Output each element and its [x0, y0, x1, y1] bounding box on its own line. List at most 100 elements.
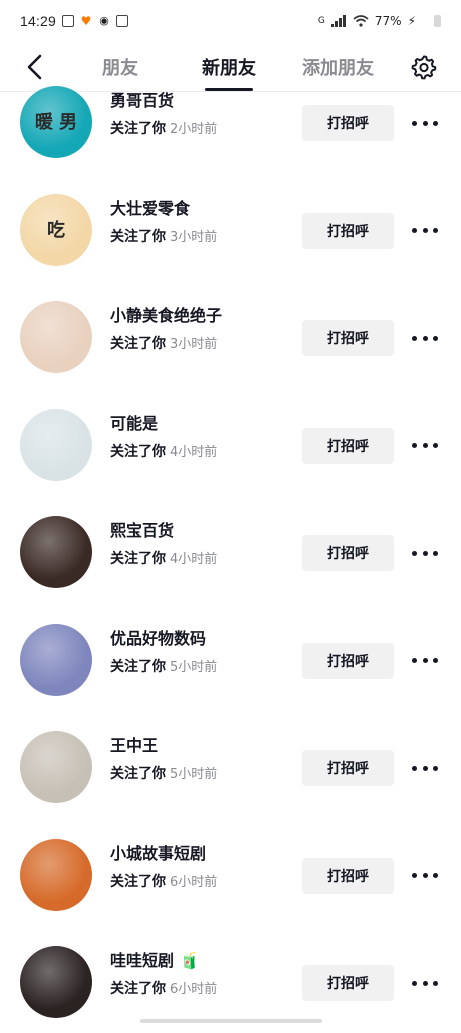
- follower-name[interactable]: 可能是: [110, 410, 158, 434]
- greet-button[interactable]: 打招呼: [302, 427, 394, 464]
- more-options-button[interactable]: [410, 866, 440, 886]
- more-dot-icon: [433, 335, 438, 341]
- more-options-button[interactable]: [410, 973, 440, 993]
- more-options-button[interactable]: [410, 113, 440, 133]
- status-left: 14:29 ♥ ◉: [20, 13, 129, 29]
- status-time: 14:29: [20, 13, 57, 29]
- follower-row[interactable]: 优品好物数码 关注了你 5小时前 打招呼: [0, 621, 461, 711]
- avatar[interactable]: [20, 623, 92, 696]
- more-dot-icon: [422, 120, 428, 126]
- charging-icon: ⚡: [407, 14, 416, 28]
- more-options-button[interactable]: [410, 436, 440, 456]
- follower-row[interactable]: 小静美食绝绝子关注了你 3小时前 打招呼: [0, 298, 461, 388]
- more-dot-icon: [422, 658, 428, 663]
- follow-status: 关注了你 2小时前: [110, 118, 217, 138]
- avatar[interactable]: [20, 731, 92, 803]
- follow-action-text: 关注了你: [110, 336, 166, 352]
- follow-status: 关注了你 4小时前: [110, 548, 217, 568]
- back-button[interactable]: [20, 52, 50, 82]
- more-dot-icon: [412, 443, 417, 448]
- taobao-notification-icon: [116, 15, 129, 27]
- avatar[interactable]: [20, 408, 92, 481]
- more-dot-icon: [433, 120, 438, 126]
- more-dot-icon: [412, 335, 417, 341]
- status-bar: 14:29 ♥ ◉ G 77% ⚡: [0, 0, 461, 42]
- chevron-left-icon: [27, 54, 42, 80]
- more-options-button[interactable]: [410, 328, 440, 348]
- greet-button[interactable]: 打招呼: [302, 642, 394, 679]
- follower-name[interactable]: 王中王: [110, 732, 158, 756]
- gear-icon: [411, 55, 437, 80]
- more-dot-icon: [433, 873, 438, 878]
- follower-name[interactable]: 小静美食绝绝子: [110, 302, 222, 326]
- follower-row[interactable]: 吃 大壮爱零食关注了你 3小时前 打招呼: [0, 191, 461, 281]
- battery-icon: [434, 15, 441, 27]
- avatar[interactable]: 暖 男: [20, 86, 92, 158]
- home-indicator: [140, 1019, 322, 1023]
- more-options-button[interactable]: [410, 758, 440, 778]
- more-dot-icon: [433, 765, 438, 771]
- avatar[interactable]: [20, 946, 92, 1018]
- more-dot-icon: [412, 765, 417, 771]
- avatar[interactable]: 吃: [20, 193, 92, 266]
- follower-name[interactable]: 小城故事短剧: [110, 840, 206, 864]
- follow-action-text: 关注了你: [110, 228, 166, 245]
- more-dot-icon: [433, 443, 438, 448]
- follow-action-text: 关注了你: [110, 121, 166, 137]
- more-dot-icon: [433, 228, 438, 233]
- follower-name[interactable]: 优品好物数码: [110, 625, 206, 649]
- greet-button[interactable]: 打招呼: [302, 750, 394, 786]
- avatar[interactable]: [20, 838, 92, 911]
- more-dot-icon: [412, 120, 417, 126]
- follow-time: 6小时前: [170, 874, 218, 890]
- status-right: G 77% ⚡: [318, 14, 441, 28]
- follow-action-text: 关注了你: [110, 658, 166, 675]
- weibo-notification-icon: ◉: [99, 14, 109, 27]
- more-dot-icon: [422, 765, 428, 771]
- follower-row[interactable]: 可能是关注了你 4小时前 打招呼: [0, 406, 461, 496]
- follow-time: 3小时前: [170, 337, 218, 352]
- greet-button[interactable]: 打招呼: [302, 857, 394, 894]
- more-dot-icon: [412, 228, 417, 233]
- more-dot-icon: [422, 228, 428, 233]
- follow-action-text: 关注了你: [110, 873, 166, 890]
- avatar[interactable]: [20, 516, 92, 588]
- greet-button[interactable]: 打招呼: [302, 212, 394, 249]
- follow-time: 2小时前: [170, 122, 218, 137]
- follower-row[interactable]: 小城故事短剧关注了你 6小时前 打招呼: [0, 836, 461, 926]
- follow-action-text: 关注了你: [110, 766, 166, 782]
- follower-row[interactable]: 熙宝百货关注了你 4小时前 打招呼: [0, 513, 461, 603]
- follower-row[interactable]: 暖 男 勇哥百货关注了你 2小时前 打招呼: [0, 83, 461, 173]
- network-type: G: [317, 16, 325, 26]
- follow-time: 4小时前: [170, 444, 218, 460]
- follower-name[interactable]: 哇哇短剧 🧃: [110, 947, 200, 971]
- more-dot-icon: [422, 873, 428, 878]
- more-options-button[interactable]: [410, 543, 440, 563]
- follower-name[interactable]: 勇哥百货: [110, 87, 174, 111]
- follow-status: 关注了你 3小时前: [110, 226, 217, 246]
- follow-action-text: 关注了你: [110, 443, 166, 460]
- follow-time: 5小时前: [170, 767, 218, 782]
- avatar[interactable]: [20, 301, 92, 373]
- follow-status: 关注了你 6小时前: [110, 978, 217, 998]
- follower-name[interactable]: 大壮爱零食: [110, 195, 190, 219]
- avatar-text: 暖 男: [34, 112, 78, 133]
- follow-time: 3小时前: [170, 229, 218, 245]
- greet-button[interactable]: 打招呼: [302, 965, 394, 1001]
- follower-name[interactable]: 熙宝百货: [110, 517, 174, 541]
- tab-new-friends-label: 新朋友: [202, 58, 256, 79]
- greet-button[interactable]: 打招呼: [302, 320, 394, 356]
- greet-button[interactable]: 打招呼: [302, 105, 394, 141]
- more-dot-icon: [433, 550, 438, 556]
- follower-row[interactable]: 王中王关注了你 5小时前 打招呼: [0, 728, 461, 818]
- more-options-button[interactable]: [410, 651, 440, 671]
- more-dot-icon: [433, 658, 438, 663]
- more-dot-icon: [422, 443, 428, 448]
- more-options-button[interactable]: [410, 221, 440, 241]
- follow-status: 关注了你 6小时前: [110, 871, 217, 891]
- settings-button[interactable]: [409, 52, 439, 82]
- battery-level: 77%: [374, 14, 402, 28]
- greet-button[interactable]: 打招呼: [302, 535, 394, 571]
- heart-notification-icon: ♥: [80, 14, 92, 28]
- follow-status: 关注了你 3小时前: [110, 333, 217, 353]
